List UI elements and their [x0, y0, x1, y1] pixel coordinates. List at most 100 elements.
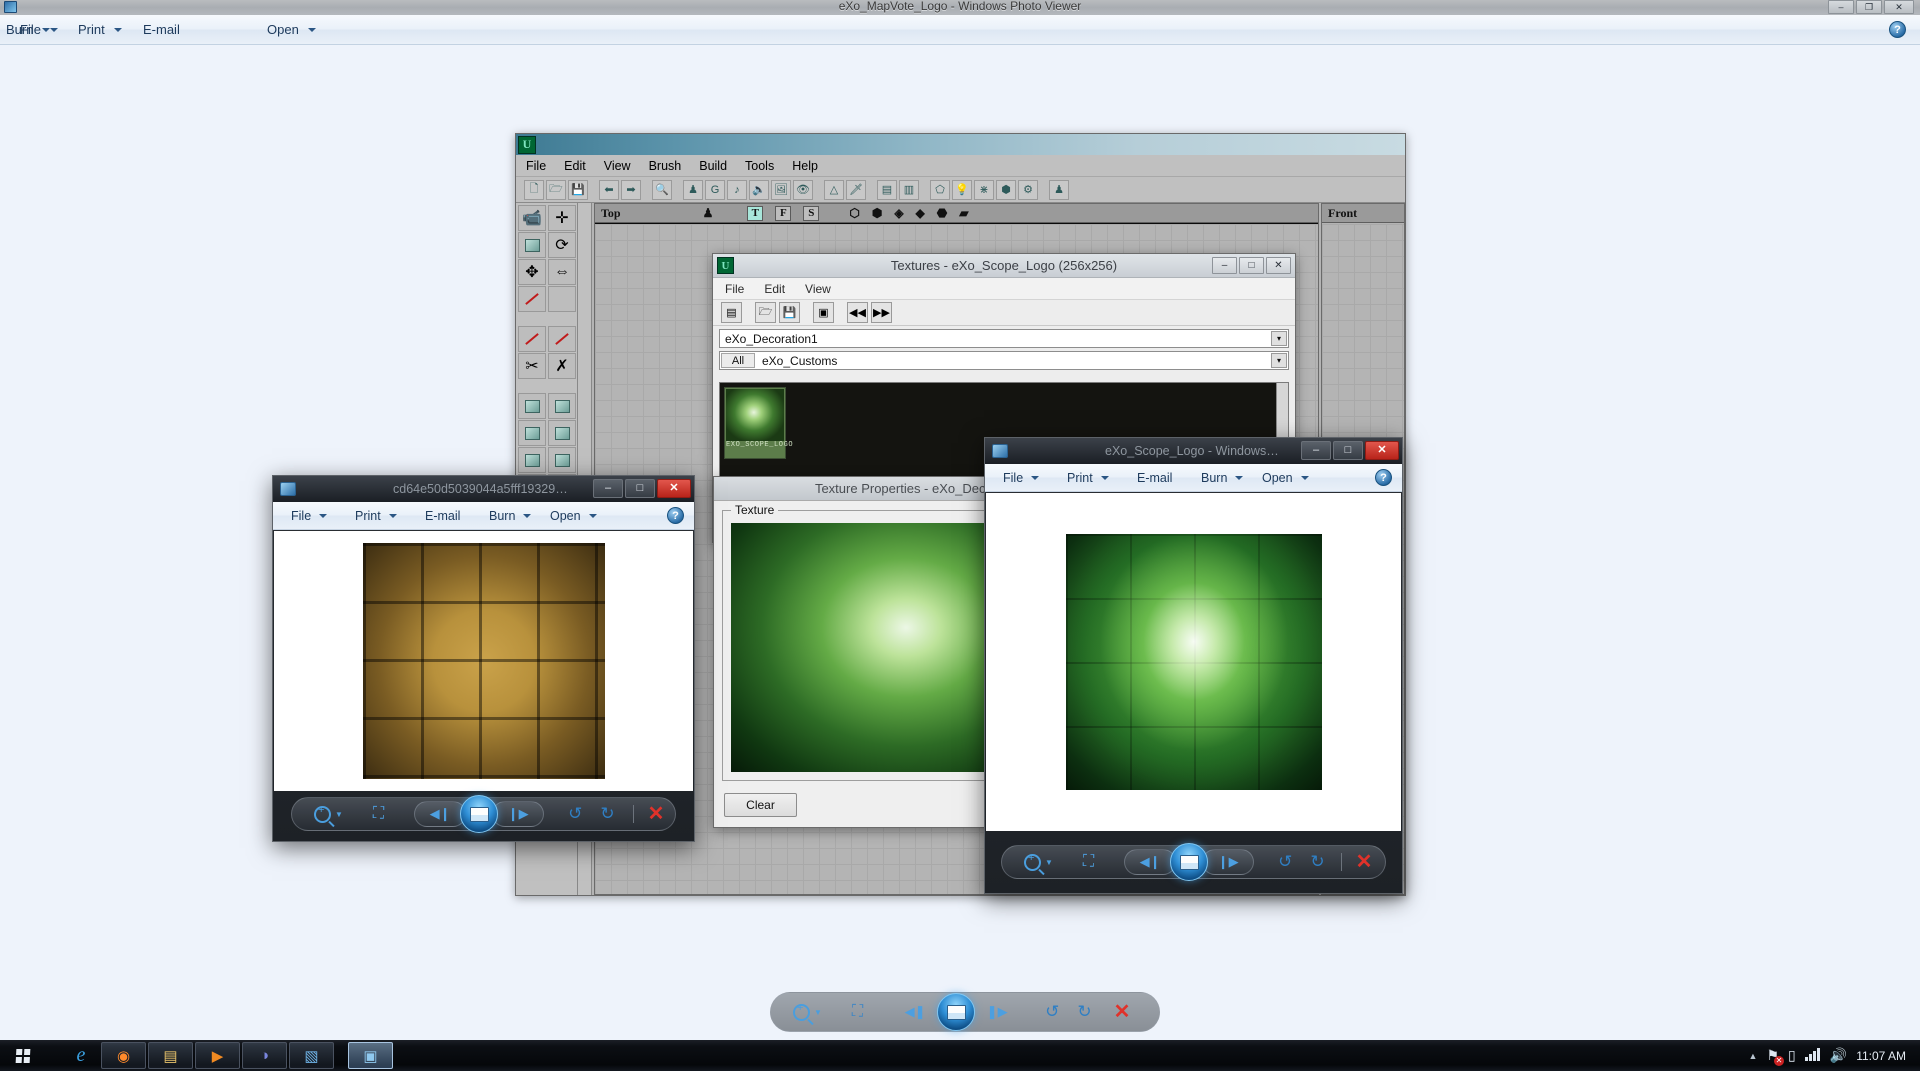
sheet-builder-icon[interactable] [518, 447, 546, 473]
next-image-button[interactable]: ❙▶ [1202, 849, 1255, 875]
viewport-camera-icon[interactable]: ♟ [703, 206, 714, 221]
menu-email[interactable]: E-mail [137, 15, 186, 45]
deintersect-brush-icon[interactable]: ✗ [548, 353, 576, 379]
zoom-icon[interactable]: ▼ [1024, 852, 1053, 871]
help-icon[interactable]: ? [1889, 21, 1906, 38]
right-viewer-canvas[interactable] [986, 493, 1401, 831]
undo-icon[interactable]: ⬅ [599, 179, 619, 200]
cone-builder-icon[interactable] [548, 393, 576, 419]
minimize-button[interactable]: – [593, 479, 623, 498]
minimize-button[interactable]: – [1212, 257, 1237, 274]
taskbar-item-firefox[interactable]: ◉ [101, 1042, 146, 1069]
new-package-icon[interactable]: ▤ [721, 302, 742, 323]
right-menu-email[interactable]: E-mail [1137, 464, 1172, 492]
save-package-icon[interactable]: 💾 [779, 302, 800, 323]
add-brush-icon[interactable] [518, 326, 546, 352]
redo-icon[interactable]: ➡ [621, 179, 641, 200]
build-geometry-icon[interactable]: △ [824, 179, 844, 200]
play-level-icon[interactable]: ♟ [1049, 179, 1069, 200]
help-icon[interactable]: ? [1375, 469, 1392, 486]
textures-menu-edit[interactable]: Edit [764, 282, 785, 296]
previous-image-button[interactable]: ◀❙ [1124, 849, 1177, 875]
play-slideshow-button[interactable] [1170, 843, 1209, 881]
right-menu-file[interactable]: File [1003, 464, 1040, 492]
vertex-edit-icon[interactable]: ✛ [548, 205, 576, 231]
show-filters-icon[interactable]: ⚙ [1018, 179, 1038, 200]
textures-menu-file[interactable]: File [725, 282, 744, 296]
intersect-brush-icon[interactable]: ✂ [518, 353, 546, 379]
network-flag-icon[interactable]: ⚑ ✕ [1766, 1047, 1785, 1066]
show-paths-icon[interactable]: ⋇ [974, 179, 994, 200]
left-viewer-window-controls[interactable]: – □ ✕ [593, 479, 691, 498]
background-window-controls[interactable]: – ❐ ✕ [1828, 0, 1914, 14]
menu-open[interactable]: Open [261, 15, 322, 45]
group-browser-icon[interactable]: G [705, 179, 725, 200]
viewport-dynamic-icon[interactable]: ▰ [959, 206, 968, 221]
open-map-icon[interactable]: 🗁 [546, 179, 566, 200]
textures-titlebar[interactable]: U Textures - eXo_Scope_Logo (256x256) – … [713, 254, 1295, 278]
show-brush-icon[interactable]: ⬠ [930, 179, 950, 200]
help-icon[interactable]: ? [667, 507, 684, 524]
rotate-clockwise-icon[interactable]: ↻ [1077, 1002, 1091, 1022]
right-viewer-titlebar[interactable]: eXo_Scope_Logo - Windows Photo Viewer – … [985, 438, 1402, 464]
chevron-down-icon[interactable]: ▾ [1271, 353, 1287, 368]
actor-properties-icon[interactable]: ▤ [877, 179, 897, 200]
play-slideshow-button[interactable] [460, 795, 499, 833]
restore-button[interactable]: ❐ [1856, 0, 1882, 14]
rotate-clockwise-icon[interactable]: ↻ [1310, 852, 1324, 872]
right-viewer-window-controls[interactable]: – □ ✕ [1301, 441, 1399, 460]
right-menu-burn[interactable]: Burn [1201, 464, 1244, 492]
left-menu-email[interactable]: E-mail [425, 502, 460, 530]
viewport-solid-toggle[interactable]: S [803, 205, 820, 221]
delete-icon[interactable]: ✕ [1114, 1002, 1131, 1022]
previous-image-button[interactable]: ◀❙ [414, 801, 467, 827]
cylinder-builder-icon[interactable] [518, 420, 546, 446]
ue-menu-build[interactable]: Build [699, 159, 727, 173]
next-texture-icon[interactable]: ▶▶ [871, 302, 892, 323]
previous-texture-icon[interactable]: ◀◀ [847, 302, 868, 323]
viewport-depth-icon[interactable]: ◈ [894, 206, 903, 221]
left-viewer-canvas[interactable] [274, 531, 693, 791]
maximize-button[interactable]: □ [1239, 257, 1264, 274]
next-image-button[interactable]: ❙▶ [492, 801, 545, 827]
right-menu-open[interactable]: Open [1262, 464, 1309, 492]
zoom-icon[interactable]: ▼ [314, 804, 343, 823]
left-menu-open[interactable]: Open [550, 502, 597, 530]
cube-builder-icon[interactable] [518, 393, 546, 419]
rotate-counterclockwise-icon[interactable]: ↺ [1045, 1002, 1059, 1022]
fit-to-window-icon[interactable]: ⛶ [852, 1003, 863, 1021]
start-button[interactable] [0, 1040, 46, 1071]
clear-button[interactable]: Clear [724, 793, 797, 817]
show-lights-icon[interactable]: 💡 [952, 179, 972, 200]
viewport-texture-toggle[interactable]: T [747, 205, 764, 221]
music-browser-icon[interactable]: ♪ [727, 179, 747, 200]
delete-icon[interactable]: ✕ [1356, 852, 1373, 872]
next-image-button[interactable]: ❚▶ [971, 999, 1023, 1025]
chevron-down-icon[interactable]: ▾ [1271, 331, 1287, 346]
viewport-wireframe-icon[interactable]: ⬡ [849, 206, 859, 221]
menu-print[interactable]: Print [72, 15, 128, 45]
ue-menu-view[interactable]: View [604, 159, 631, 173]
actor-browser-icon[interactable]: ♟ [683, 179, 703, 200]
show-volumes-icon[interactable]: ⬢ [996, 179, 1016, 200]
close-button[interactable]: ✕ [1266, 257, 1291, 274]
brush-rotate-icon[interactable]: ⟳ [548, 232, 576, 258]
play-slideshow-button[interactable] [937, 993, 976, 1031]
viewport-textured-icon[interactable]: ⬣ [937, 206, 947, 221]
delete-icon[interactable]: ✕ [648, 804, 665, 824]
taskbar-item-file-explorer[interactable]: ▤ [148, 1042, 193, 1069]
brush-scale-icon[interactable] [518, 232, 546, 258]
new-map-icon[interactable]: 🗋 [524, 179, 544, 200]
battery-icon[interactable]: ▯ [1788, 1047, 1796, 1064]
volume-icon[interactable]: 🔊 [1830, 1047, 1847, 1064]
texture-thumbnail-item[interactable]: EXO_SCOPE_LOGO [724, 387, 793, 459]
close-button[interactable]: ✕ [1365, 441, 1399, 460]
all-groups-button[interactable]: All [721, 353, 755, 368]
build-lighting-icon[interactable]: 🗡 [846, 179, 866, 200]
ue-menu-file[interactable]: File [526, 159, 546, 173]
textures-window-controls[interactable]: – □ ✕ [1212, 257, 1291, 274]
ue-menu-edit[interactable]: Edit [564, 159, 586, 173]
terrain-builder-icon[interactable] [548, 447, 576, 473]
viewport-frame-toggle[interactable]: F [775, 205, 792, 221]
viewport-lighting-icon[interactable]: ◆ [916, 206, 925, 221]
